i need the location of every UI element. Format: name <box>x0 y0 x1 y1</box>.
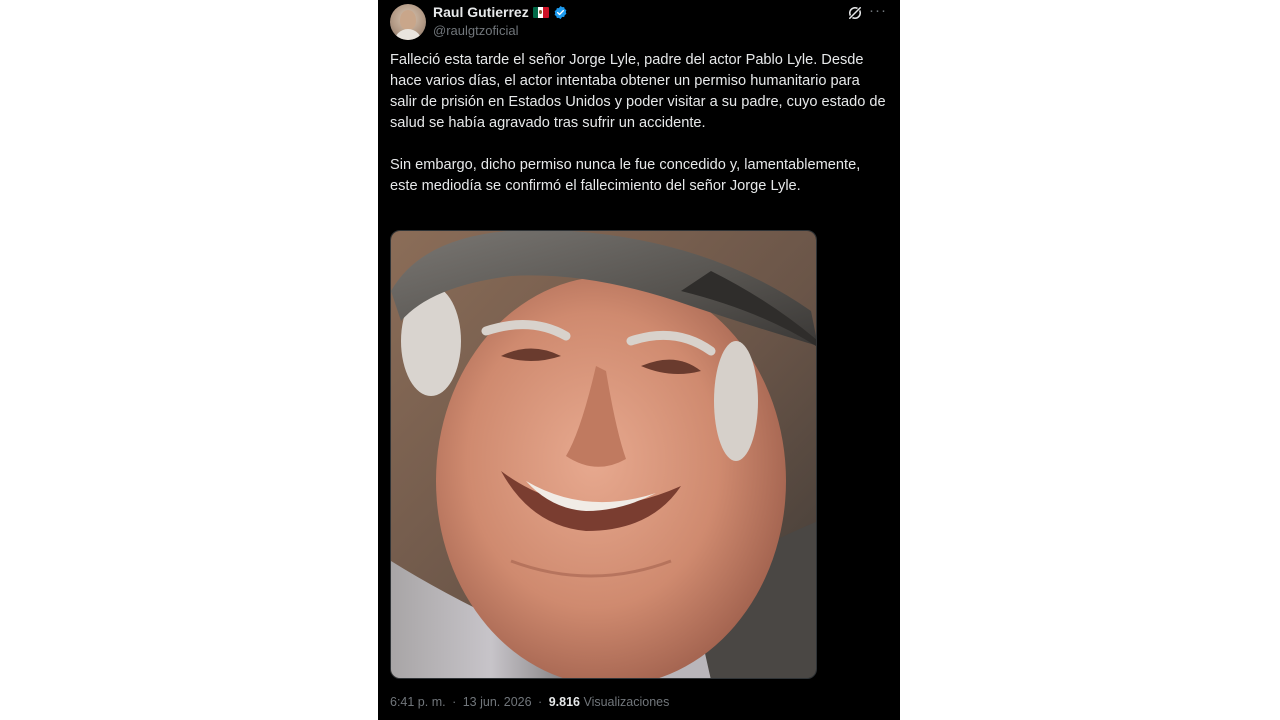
tweet-card: Raul Gutierrez @raulgtzoficial ··· Falle… <box>378 0 900 720</box>
author-header: Raul Gutierrez <box>433 4 568 20</box>
tweet-paragraph-1: Falleció esta tarde el señor Jorge Lyle,… <box>390 52 886 131</box>
tweet-time[interactable]: 6:41 p. m. <box>390 695 446 709</box>
avatar[interactable] <box>390 4 426 40</box>
tweet-paragraph-2: Sin embargo, dicho permiso nunca le fue … <box>390 157 861 194</box>
tweet-text: Falleció esta tarde el señor Jorge Lyle,… <box>390 50 890 218</box>
verified-badge-icon <box>554 5 567 19</box>
views-count[interactable]: 9.816 <box>549 695 580 709</box>
avatar-face <box>400 10 416 30</box>
grok-icon[interactable] <box>846 4 864 22</box>
portrait-photo <box>391 231 816 678</box>
separator: · <box>538 695 543 709</box>
views-label: Visualizaciones <box>583 695 670 709</box>
tweet-date[interactable]: 13 jun. 2026 <box>463 695 532 709</box>
tweet-photo[interactable] <box>390 230 817 679</box>
mexico-flag-icon <box>532 6 549 18</box>
more-options-icon[interactable]: ··· <box>868 2 888 22</box>
display-name[interactable]: Raul Gutierrez <box>433 4 529 20</box>
tweet-footer: 6:41 p. m. · 13 jun. 2026 · 9.816 Visual… <box>390 695 669 709</box>
avatar-body <box>394 29 422 40</box>
separator: · <box>452 695 457 709</box>
author-handle[interactable]: @raulgtzoficial <box>433 23 518 38</box>
